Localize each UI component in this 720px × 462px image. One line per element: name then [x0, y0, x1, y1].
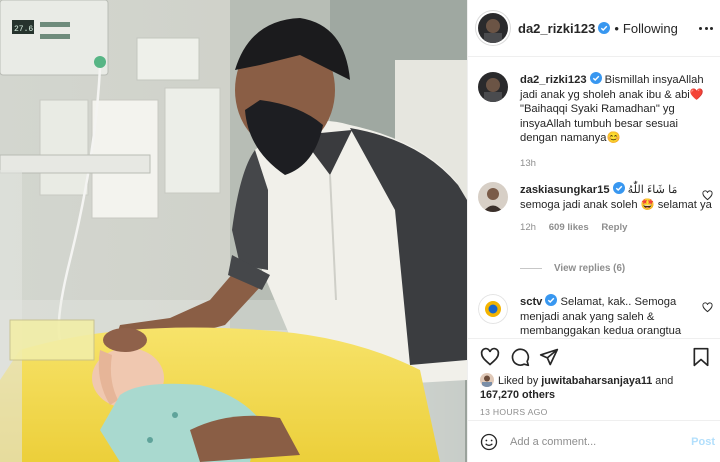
comments-list[interactable]: da2_rizki123 Bismillah insyaAllah jadi a…: [468, 58, 720, 338]
view-replies-label: View replies (6): [554, 263, 626, 274]
view-replies-button[interactable]: View replies (6): [520, 263, 625, 274]
likes-count[interactable]: 167,270 others: [480, 389, 555, 401]
liker-avatar[interactable]: [480, 373, 494, 387]
commenter-avatar[interactable]: [478, 182, 508, 212]
liker-username[interactable]: juwitabaharsanjaya11: [541, 375, 652, 387]
commenter-username[interactable]: zaskiasungkar15: [520, 184, 610, 196]
comment-icon[interactable]: [510, 347, 530, 367]
following-button[interactable]: Following: [623, 21, 678, 36]
add-comment-bar: Add a comment... Post: [468, 420, 720, 462]
caption-row: da2_rizki123 Bismillah insyaAllah jadi a…: [478, 72, 713, 169]
comment-text: Selamat, kak.. Semoga menjadi anak yang …: [520, 296, 682, 338]
heart-icon[interactable]: [480, 347, 500, 367]
view-replies-line: [520, 268, 542, 269]
reply-button[interactable]: Reply: [601, 222, 627, 233]
verified-badge-icon: [545, 294, 558, 306]
liked-by-prefix: Liked by: [498, 375, 539, 387]
comment-heart-icon[interactable]: [702, 302, 713, 313]
caption-time: 13h: [520, 157, 537, 169]
comment-row: sctv Selamat, kak.. Semoga menjadi anak …: [478, 294, 713, 338]
post-header: da2_rizki123 • Following: [468, 0, 720, 57]
comment-time: 12h: [520, 222, 537, 234]
bookmark-icon[interactable]: [692, 347, 710, 367]
verified-badge-icon: [589, 72, 602, 84]
monitor-readout: 27.6: [14, 25, 33, 34]
liked-by-and: and: [655, 375, 674, 387]
comment-row: zaskiasungkar15 مَا شَاءَ اللّٰهُ semoga…: [478, 182, 713, 233]
post-photo[interactable]: 27.6: [0, 0, 467, 462]
commenter-username[interactable]: sctv: [520, 296, 542, 308]
instagram-post: 27.6 da2_rizki123 • Following da2_rizki1…: [0, 0, 720, 462]
verified-badge-icon: [598, 21, 611, 34]
more-options-icon[interactable]: [699, 21, 713, 35]
caption-avatar[interactable]: [478, 72, 508, 102]
liked-by[interactable]: Liked by juwitabaharsanjaya11 and 167,270…: [480, 373, 710, 402]
verified-badge-icon: [612, 182, 625, 194]
comment-likes[interactable]: 609 likes: [549, 222, 589, 233]
commenter-avatar[interactable]: [478, 294, 508, 324]
send-icon[interactable]: [539, 347, 559, 367]
comment-heart-icon[interactable]: [702, 190, 713, 201]
post-comment-button[interactable]: Post: [691, 436, 715, 448]
nicu-photo-illustration: 27.6: [0, 0, 467, 462]
author-avatar[interactable]: [478, 13, 508, 43]
author-username[interactable]: da2_rizki123: [518, 21, 595, 36]
caption-username[interactable]: da2_rizki123: [520, 74, 587, 86]
post-side-panel: da2_rizki123 • Following da2_rizki123 Bism…: [467, 0, 720, 462]
post-actions: Liked by juwitabaharsanjaya11 and 167,270…: [468, 338, 720, 458]
add-comment-input[interactable]: Add a comment...: [510, 436, 596, 448]
emoji-icon[interactable]: [480, 433, 498, 451]
post-timestamp[interactable]: 13 HOURS AGO: [480, 407, 548, 417]
separator-dot: •: [614, 20, 619, 36]
